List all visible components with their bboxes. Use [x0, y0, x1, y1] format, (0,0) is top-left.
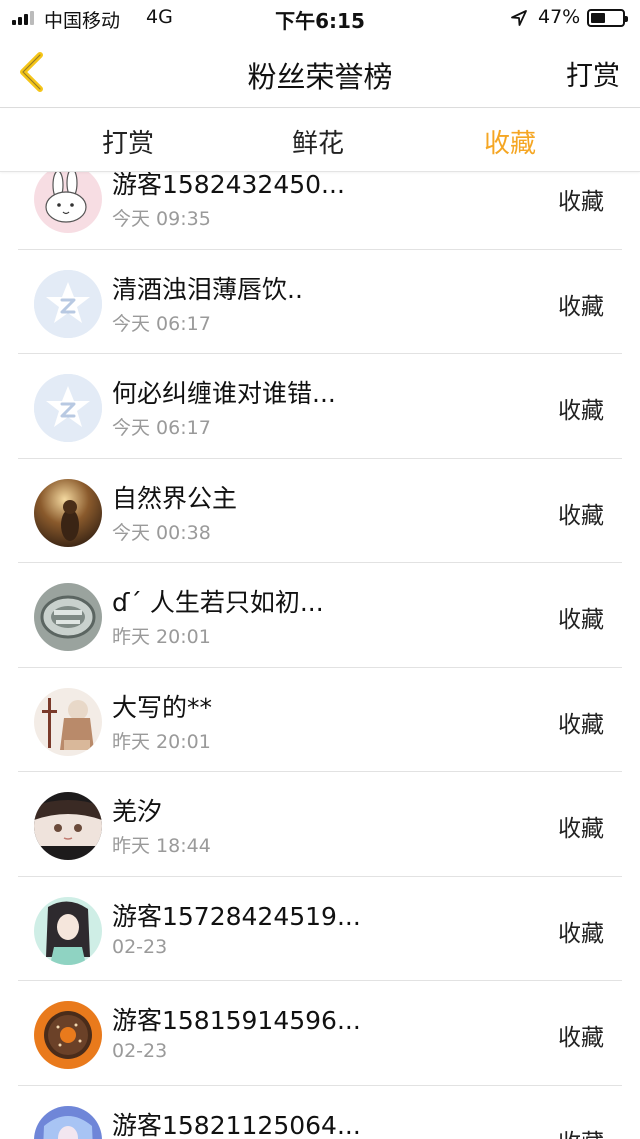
list-item[interactable]: 羌汐 昨天 18:44 收藏	[0, 772, 640, 877]
location-arrow-icon	[511, 10, 527, 26]
fan-action-label: 收藏	[558, 1025, 604, 1051]
fan-action-label: 收藏	[558, 607, 604, 633]
list-item[interactable]: 游客1582432450... 今天 09:35 收藏	[0, 172, 640, 250]
fan-action-label: 收藏	[558, 189, 604, 215]
fan-time: 今天 06:17	[112, 312, 211, 335]
fan-name: 游客15815914596...	[112, 1006, 361, 1035]
list-item[interactable]: 游客15815914596... 02-23 收藏	[0, 981, 640, 1086]
fan-name: 羌汐	[112, 797, 163, 826]
fan-name: 何必纠缠谁对谁错...	[112, 379, 336, 408]
fan-name: ɗ´ 人生若只如初...	[112, 588, 324, 617]
fan-name: 自然界公主	[112, 483, 238, 513]
fan-action-label: 收藏	[558, 293, 604, 320]
list-item[interactable]: 大写的** 昨天 20:01 收藏	[0, 668, 640, 772]
avatar	[34, 583, 102, 651]
fan-action-label: 收藏	[558, 1123, 604, 1139]
fan-name: 清酒浊泪薄唇饮..	[112, 274, 303, 304]
fan-time: 昨天 20:01	[112, 626, 211, 648]
avatar	[34, 172, 102, 233]
fan-time: 02-23	[112, 935, 168, 958]
nav-bar: 粉丝荣誉榜 打赏	[0, 36, 640, 108]
fan-list[interactable]: 游客1582432450... 今天 09:35 收藏 清酒浊泪薄唇饮.. 今天…	[0, 172, 640, 1139]
fan-time: 今天 09:35	[112, 208, 211, 230]
tab-flowers[interactable]: 鲜花	[248, 123, 388, 160]
battery-icon	[587, 9, 628, 27]
fan-name: 游客15821125064...	[112, 1110, 361, 1139]
fan-action-label: 收藏	[558, 502, 604, 529]
tab-favorites[interactable]: 收藏	[440, 123, 580, 160]
avatar	[34, 374, 102, 442]
avatar	[34, 1001, 102, 1069]
avatar	[34, 896, 102, 965]
list-item[interactable]: 何必纠缠谁对谁错... 今天 06:17 收藏	[0, 354, 640, 459]
fan-action-label: 收藏	[558, 816, 604, 842]
reward-button[interactable]: 打赏	[566, 54, 620, 93]
list-item[interactable]: 清酒浊泪薄唇饮.. 今天 06:17 收藏	[0, 250, 640, 354]
fan-time: 昨天 20:01	[112, 730, 211, 753]
avatar	[34, 1105, 102, 1139]
tab-bar: 打赏 鲜花 收藏	[0, 109, 640, 172]
fan-action-label: 收藏	[558, 711, 604, 738]
list-item[interactable]: 自然界公主 今天 00:38 收藏	[0, 459, 640, 563]
fan-name: 游客1582432450...	[112, 172, 345, 199]
avatar	[34, 792, 102, 860]
tab-reward[interactable]: 打赏	[58, 123, 198, 160]
avatar	[34, 478, 102, 547]
avatar	[34, 269, 102, 338]
fan-time: 今天 06:17	[112, 417, 211, 439]
list-item[interactable]: 游客15821125064... 收藏	[0, 1086, 640, 1139]
fan-action-label: 收藏	[558, 398, 604, 424]
fan-time: 昨天 18:44	[112, 835, 211, 857]
status-bar: 中国移动 4G 下午6:15 47%	[0, 0, 640, 36]
fan-time: 今天 00:38	[112, 521, 211, 544]
avatar	[34, 687, 102, 756]
fan-name: 游客15728424519...	[112, 901, 361, 931]
battery-percent: 47%	[538, 6, 581, 28]
page-title: 粉丝荣誉榜	[247, 60, 393, 94]
list-item[interactable]: ɗ´ 人生若只如初... 昨天 20:01 收藏	[0, 563, 640, 668]
fan-action-label: 收藏	[558, 920, 604, 947]
fan-time: 02-23	[112, 1040, 168, 1062]
fan-name: 大写的**	[112, 692, 213, 722]
list-item[interactable]: 游客15728424519... 02-23 收藏	[0, 877, 640, 981]
